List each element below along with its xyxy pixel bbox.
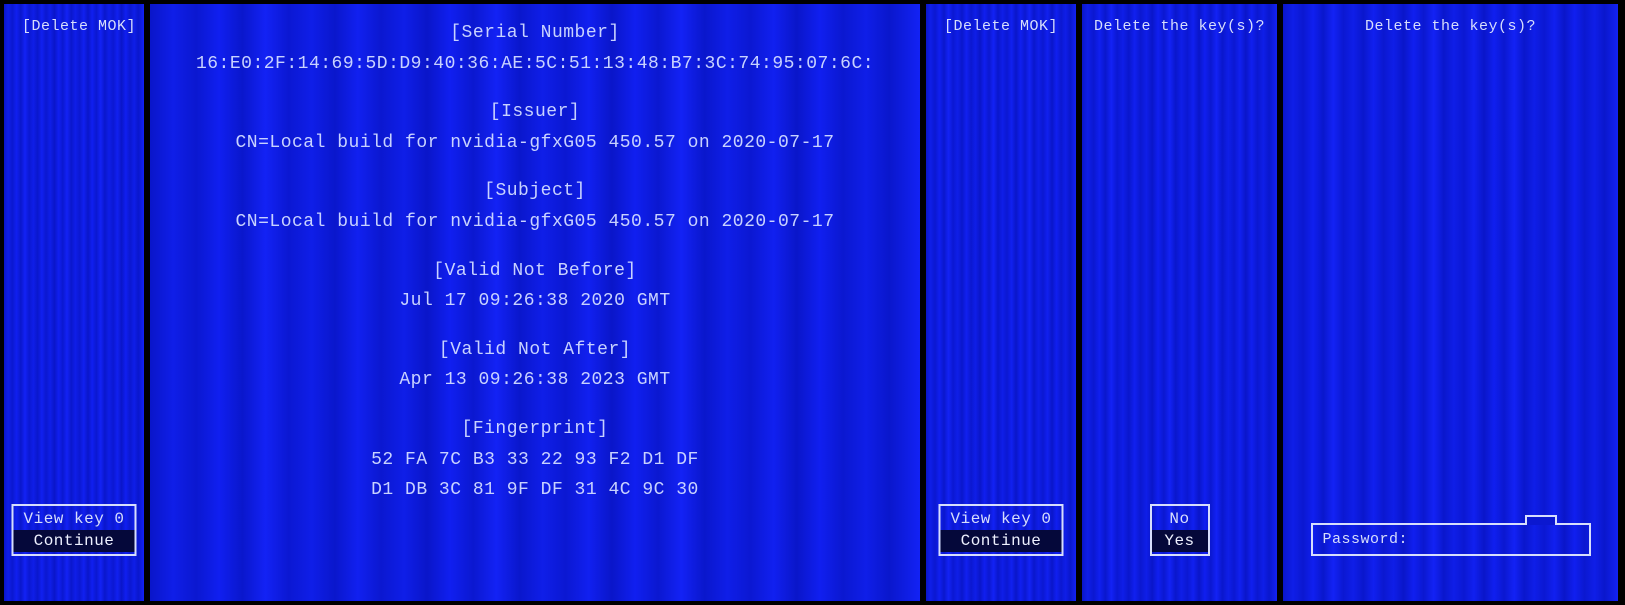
password-panel: Delete the key(s)? Password: xyxy=(1283,4,1618,601)
fingerprint-line-2: D1 DB 3C 81 9F DF 31 4C 9C 30 xyxy=(150,475,920,506)
subject-header: [Subject] xyxy=(150,176,920,207)
password-input[interactable] xyxy=(1418,531,1568,548)
mok-delete-panel-1: [Delete MOK] View key 0 Continue xyxy=(4,4,144,601)
fingerprint-line-1: 52 FA 7C B3 33 22 93 F2 D1 DF xyxy=(150,445,920,476)
panel-title: [Delete MOK] xyxy=(4,4,144,35)
not-before-header: [Valid Not Before] xyxy=(150,256,920,287)
password-box: Password: xyxy=(1311,523,1591,556)
confirm-delete-panel: Delete the key(s)? No Yes xyxy=(1082,4,1277,601)
certificate-text: [Serial Number] 16:E0:2F:14:69:5D:D9:40:… xyxy=(150,4,920,506)
box-tab-decoration xyxy=(1525,515,1557,525)
certificate-detail-panel: [Serial Number] 16:E0:2F:14:69:5D:D9:40:… xyxy=(150,4,920,601)
menu-item-view-key[interactable]: View key 0 xyxy=(940,508,1061,530)
panel-title: Delete the key(s)? xyxy=(1283,4,1618,35)
menu-item-view-key[interactable]: View key 0 xyxy=(13,508,134,530)
serial-header: [Serial Number] xyxy=(150,18,920,49)
issuer-header: [Issuer] xyxy=(150,97,920,128)
not-before-value: Jul 17 09:26:38 2020 GMT xyxy=(150,286,920,317)
key-menu: View key 0 Continue xyxy=(11,504,136,556)
mok-delete-panel-2: [Delete MOK] View key 0 Continue xyxy=(926,4,1076,601)
serial-value: 16:E0:2F:14:69:5D:D9:40:36:AE:5C:51:13:4… xyxy=(150,49,920,80)
password-label: Password: xyxy=(1323,531,1409,548)
menu-item-yes[interactable]: Yes xyxy=(1152,530,1208,552)
confirm-menu: No Yes xyxy=(1150,504,1210,556)
menu-item-continue[interactable]: Continue xyxy=(13,530,134,552)
subject-value: CN=Local build for nvidia-gfxG05 450.57 … xyxy=(150,207,920,238)
issuer-value: CN=Local build for nvidia-gfxG05 450.57 … xyxy=(150,128,920,159)
panel-title: Delete the key(s)? xyxy=(1082,4,1277,35)
not-after-value: Apr 13 09:26:38 2023 GMT xyxy=(150,365,920,396)
panel-title: [Delete MOK] xyxy=(926,4,1076,35)
not-after-header: [Valid Not After] xyxy=(150,335,920,366)
menu-item-continue[interactable]: Continue xyxy=(940,530,1061,552)
fingerprint-header: [Fingerprint] xyxy=(150,414,920,445)
menu-item-no[interactable]: No xyxy=(1152,508,1208,530)
key-menu: View key 0 Continue xyxy=(938,504,1063,556)
